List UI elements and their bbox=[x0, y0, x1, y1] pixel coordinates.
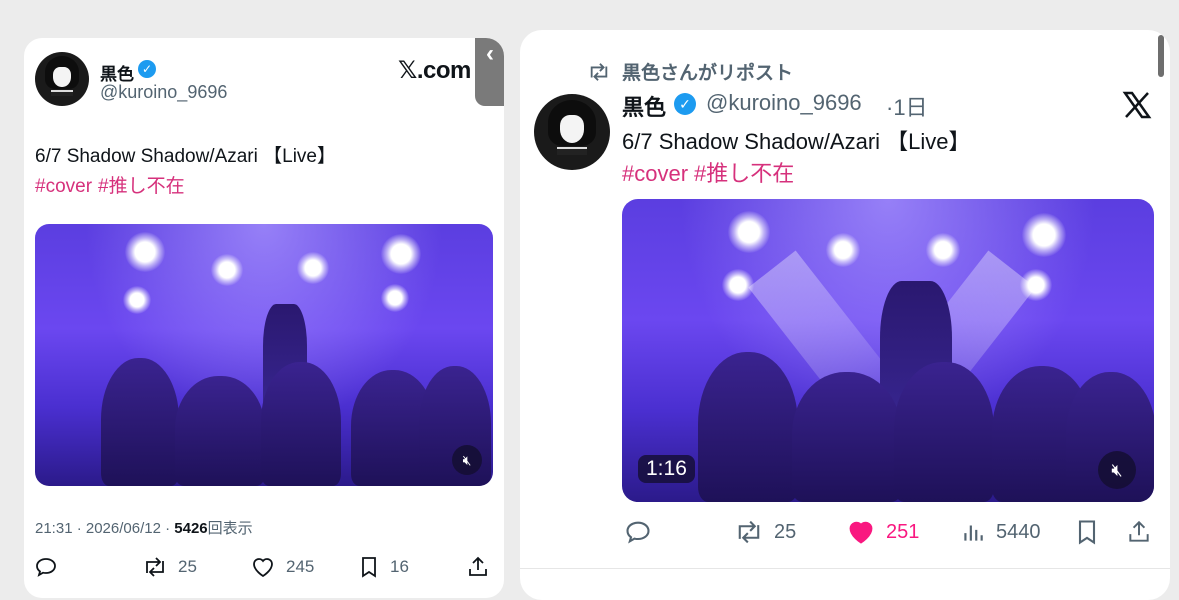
stage-light bbox=[722, 269, 754, 301]
avatar[interactable] bbox=[35, 52, 89, 106]
timeline-tweet-card[interactable]: 黒色さんがリポスト 黒色 ✓ @kuroino_9696 ·1日 6/7 Sha… bbox=[520, 30, 1170, 600]
stage-light bbox=[826, 233, 860, 267]
audience-silhouette bbox=[101, 358, 179, 486]
like-button[interactable]: 251 bbox=[846, 518, 919, 546]
views-icon bbox=[964, 525, 983, 541]
x-com-logo[interactable]: 𝕏.com bbox=[398, 56, 471, 85]
display-name[interactable]: 黒色 bbox=[622, 90, 666, 122]
user-handle[interactable]: @kuroino_9696 bbox=[706, 90, 862, 116]
user-handle[interactable]: @kuroino_9696 bbox=[100, 82, 227, 103]
hashtag-link[interactable]: #推し不在 bbox=[694, 161, 794, 186]
stage-light bbox=[123, 286, 151, 314]
bookmark-button[interactable]: 16 bbox=[358, 555, 409, 579]
bookmark-icon bbox=[362, 557, 376, 578]
verified-badge-icon: ✓ bbox=[138, 60, 156, 78]
views-count: 5426 bbox=[174, 520, 208, 537]
repost-icon bbox=[590, 62, 608, 81]
video-duration: 1:16 bbox=[638, 455, 695, 483]
hashtag-line: #cover #推し不在 bbox=[35, 171, 191, 198]
video-player[interactable]: 1:16 🔇︎ bbox=[622, 199, 1154, 502]
like-icon bbox=[849, 521, 873, 544]
avatar-face bbox=[559, 115, 585, 143]
divider bbox=[520, 568, 1170, 569]
stage-light bbox=[125, 232, 165, 272]
audience-silhouette bbox=[175, 376, 265, 486]
x-logo-icon[interactable] bbox=[1122, 90, 1152, 125]
tweet-text: 6/7 Shadow Shadow/Azari 【Live】 bbox=[35, 146, 336, 167]
avatar-collar bbox=[556, 147, 588, 156]
audience-silhouette bbox=[894, 362, 994, 502]
timestamp[interactable]: 21:31 · 2026/06/12 · bbox=[35, 520, 174, 537]
stage-light bbox=[381, 284, 409, 312]
bookmark-button[interactable] bbox=[1074, 518, 1110, 546]
views-count: 5440 bbox=[996, 520, 1041, 543]
like-count: 251 bbox=[886, 520, 920, 543]
views-button[interactable]: 5440 bbox=[960, 518, 1041, 546]
retweet-count: 25 bbox=[774, 520, 797, 543]
audience-silhouette bbox=[792, 372, 902, 502]
stage-light bbox=[297, 252, 329, 284]
stage-light bbox=[1022, 213, 1066, 257]
hashtag-link[interactable]: #cover bbox=[622, 161, 688, 186]
tweet-text: 6/7 Shadow Shadow/Azari 【Live】 bbox=[622, 129, 971, 154]
bookmark-count: 16 bbox=[390, 557, 409, 576]
share-icon bbox=[1129, 520, 1149, 542]
reply-icon bbox=[36, 558, 56, 577]
like-icon bbox=[253, 558, 273, 578]
repost-indicator: 黒色さんがリポスト bbox=[586, 58, 793, 85]
audience-silhouette bbox=[261, 362, 341, 486]
reply-icon bbox=[626, 521, 650, 544]
share-button[interactable] bbox=[1126, 518, 1162, 546]
avatar-face bbox=[53, 67, 71, 87]
timestamp-views: 21:31 · 2026/06/12 · 5426回表示 bbox=[35, 517, 253, 538]
bookmark-icon bbox=[1078, 520, 1096, 545]
verified-badge-icon: ✓ bbox=[674, 93, 696, 115]
chevron-left-icon: ‹ bbox=[486, 40, 494, 67]
like-count: 245 bbox=[286, 557, 315, 576]
avatar-collar bbox=[51, 89, 73, 97]
retweet-count: 25 bbox=[178, 557, 197, 576]
retweet-button[interactable]: 25 bbox=[734, 518, 796, 546]
hashtag-link[interactable]: #推し不在 bbox=[98, 176, 185, 197]
time-ago[interactable]: ·1日 bbox=[886, 90, 928, 122]
share-button[interactable] bbox=[466, 555, 500, 579]
share-icon bbox=[469, 556, 487, 576]
embedded-tweet-card: 黒色 ✓ @kuroino_9696 𝕏.com ‹ 6/7 Shadow Sh… bbox=[24, 38, 504, 598]
hashtag-line: #cover #推し不在 bbox=[622, 156, 800, 188]
avatar[interactable] bbox=[534, 94, 610, 170]
reply-button[interactable] bbox=[34, 555, 68, 579]
stage-light bbox=[381, 234, 421, 274]
views-label: 回表示 bbox=[207, 520, 253, 537]
mute-icon[interactable]: 🔇︎ bbox=[1098, 451, 1136, 489]
stage-light bbox=[926, 233, 960, 267]
side-panel-tab[interactable]: ‹ bbox=[475, 38, 504, 106]
stage-light bbox=[1020, 269, 1052, 301]
stage-light bbox=[728, 211, 770, 253]
mute-icon[interactable]: 🔇︎ bbox=[452, 445, 482, 475]
retweet-icon bbox=[146, 557, 164, 577]
video-player[interactable]: 🔇︎ bbox=[35, 224, 493, 486]
retweet-button[interactable]: 25 bbox=[142, 555, 197, 579]
repost-label[interactable]: 黒色さんがリポスト bbox=[622, 58, 793, 85]
reply-button[interactable] bbox=[624, 518, 662, 546]
scrollbar-thumb[interactable] bbox=[1158, 35, 1164, 77]
like-button[interactable]: 245 bbox=[250, 555, 314, 579]
retweet-icon bbox=[738, 520, 760, 544]
audience-silhouette bbox=[698, 352, 798, 502]
hashtag-link[interactable]: #cover bbox=[35, 176, 92, 197]
stage-light bbox=[211, 254, 243, 286]
